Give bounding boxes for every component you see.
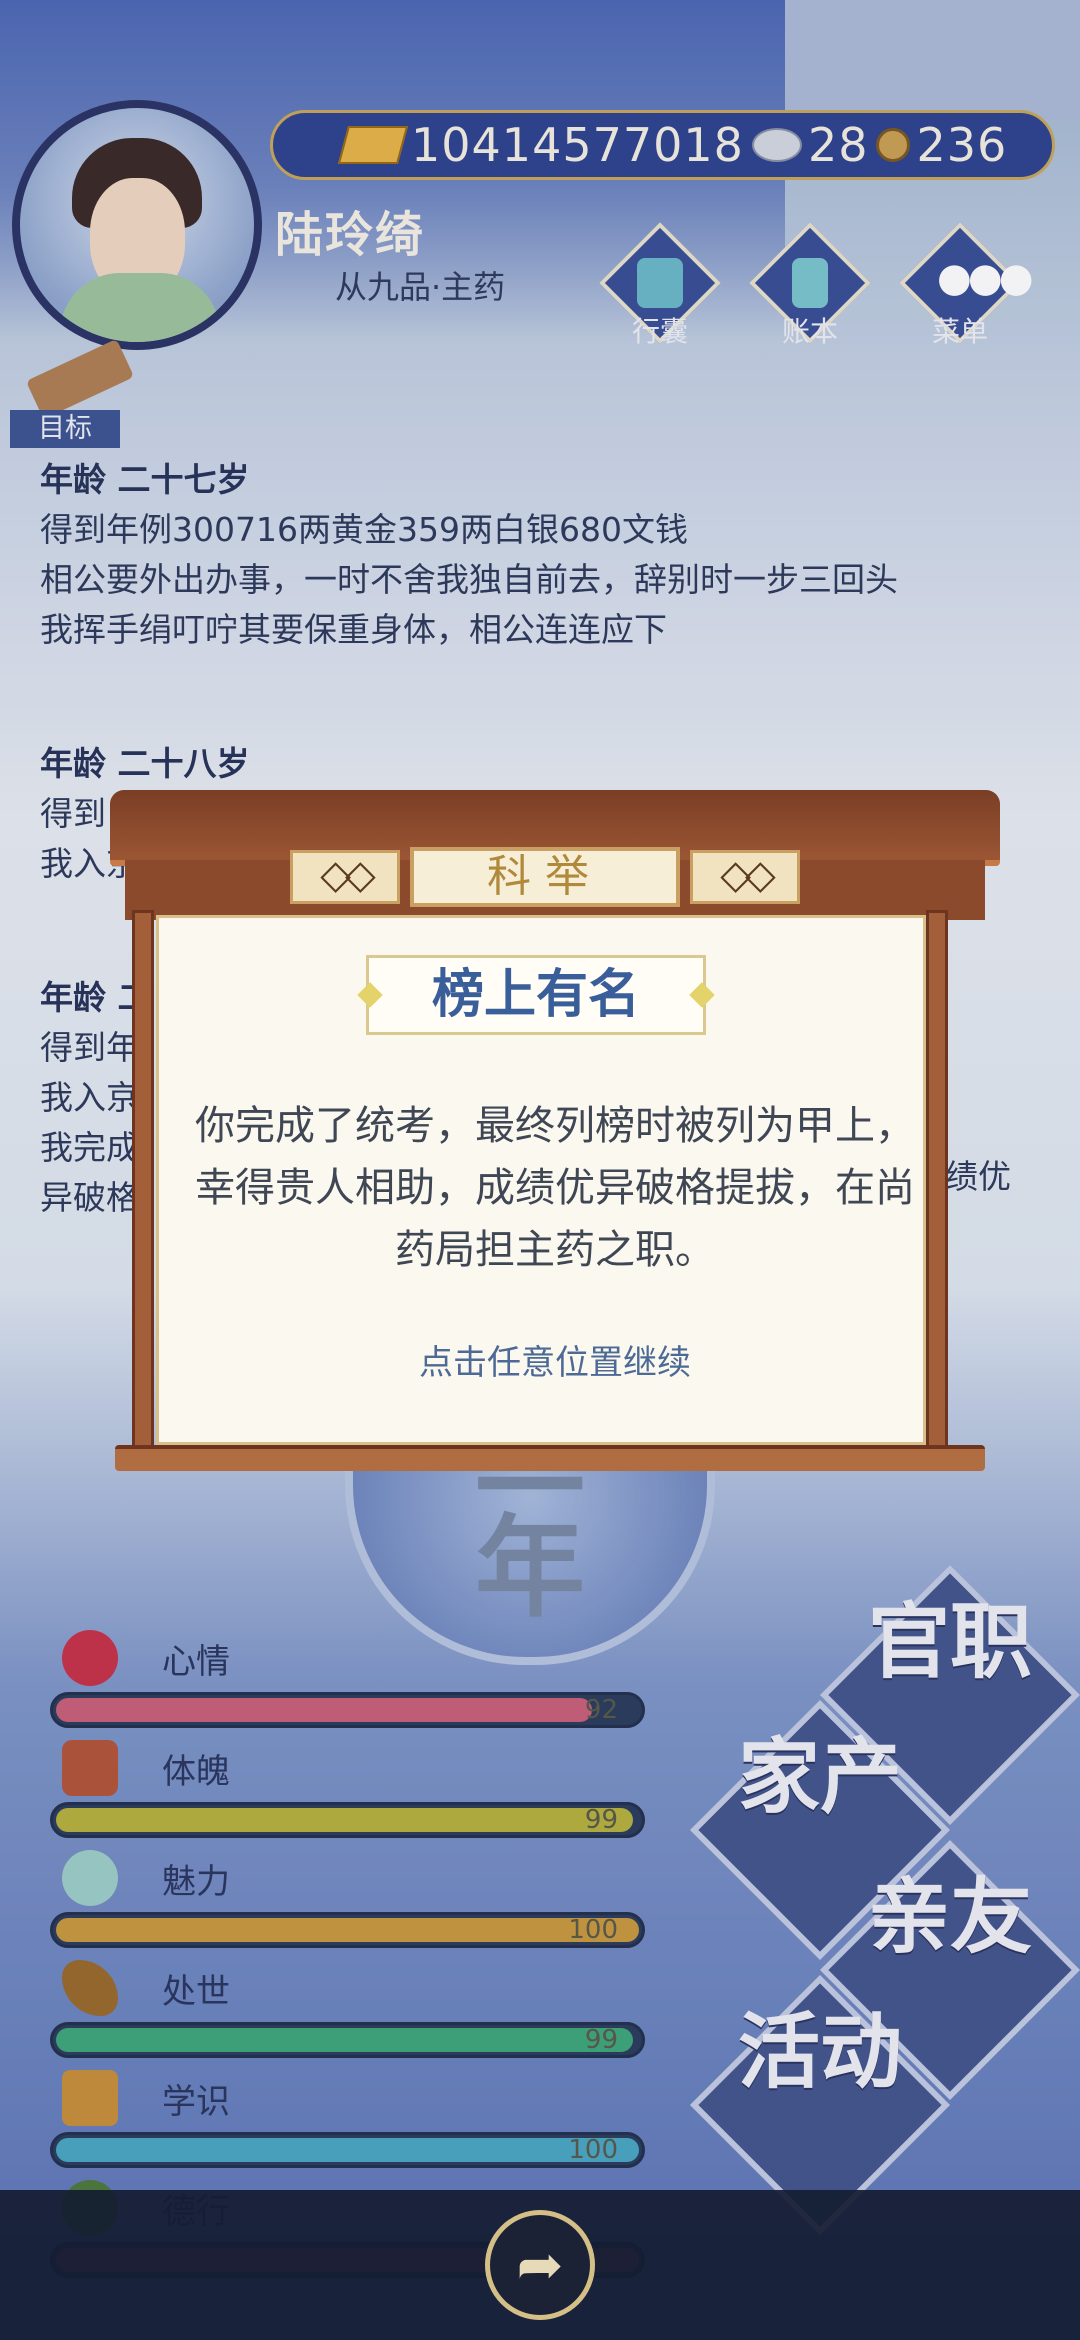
modal-deco-right: ◇◇ bbox=[690, 850, 800, 904]
modal-headline: 榜上有名 bbox=[366, 955, 706, 1035]
modal-pillar-right bbox=[926, 910, 948, 1450]
modal-title: 科举 bbox=[410, 847, 680, 907]
exam-result-modal[interactable]: ◇◇ 科举 ◇◇ 榜上有名 你完成了统考，最终列榜时被列为甲上，幸得贵人相助，成… bbox=[110, 780, 1000, 1480]
modal-body: 你完成了统考，最终列榜时被列为甲上，幸得贵人相助，成绩优异破格提拔，在尚药局担主… bbox=[195, 1103, 915, 1273]
continue-hint[interactable]: 点击任意位置继续 bbox=[190, 1335, 920, 1384]
modal-pillar-left bbox=[132, 910, 154, 1450]
modal-base bbox=[115, 1445, 985, 1471]
modal-deco-left: ◇◇ bbox=[290, 850, 400, 904]
